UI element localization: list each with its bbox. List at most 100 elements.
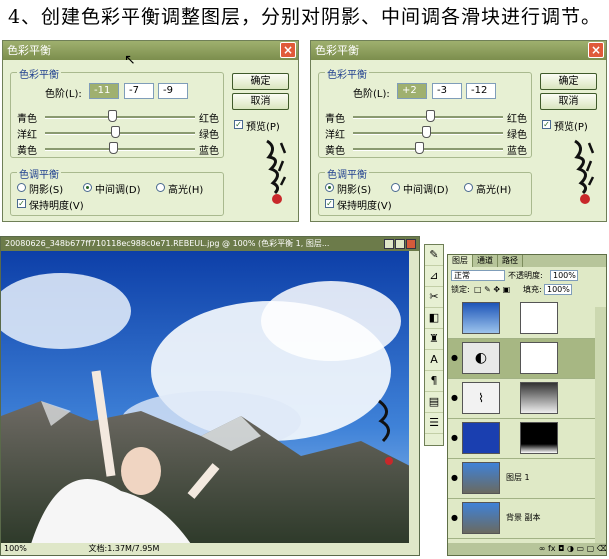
levels-label: 色阶(L): <box>353 89 390 100</box>
close-icon[interactable]: × <box>280 42 296 58</box>
paragraph-icon[interactable]: ¶ <box>425 371 443 392</box>
layers-bottom-bar: ∞ fx ◘ ◑ ▭ ▢ ⌫ <box>448 543 606 555</box>
new-layer-icon[interactable]: ▢ <box>587 544 595 553</box>
layer-mask-thumbnail <box>520 342 558 374</box>
window-controls <box>383 238 417 250</box>
tone-balance-group: 色调平衡 阴影(S) 中间调(D) 高光(H) ✓ 保持明度(V) <box>318 166 532 216</box>
mask-icon[interactable]: ◘ <box>558 544 564 553</box>
preview-checkbox[interactable]: ✓ <box>542 120 551 129</box>
radio-shadows[interactable] <box>17 183 26 192</box>
ok-button[interactable]: 确定 <box>232 73 289 90</box>
slider-cyan-red[interactable] <box>353 110 503 122</box>
radio-shadows[interactable] <box>325 183 334 192</box>
minimize-icon[interactable] <box>384 239 394 249</box>
radio-highlights[interactable] <box>156 183 165 192</box>
lock-icons[interactable]: □ ✎ ✥ ▣ <box>474 283 510 296</box>
layer-row[interactable] <box>448 299 596 339</box>
layer-row[interactable]: ● ⌇ <box>448 379 596 419</box>
layer-name: 背景 副本 <box>506 513 541 522</box>
layer-row[interactable]: ● 背景 副本 <box>448 499 596 539</box>
blend-mode-select[interactable]: 正常 <box>451 270 505 281</box>
tab-channels[interactable]: 通道 <box>473 255 498 267</box>
lock-label: 锁定: <box>451 285 470 294</box>
slider-thumb[interactable] <box>109 142 119 154</box>
eye-icon[interactable]: ● <box>451 473 458 482</box>
slider-yellow-blue[interactable] <box>45 142 195 154</box>
radio-midtones[interactable] <box>391 183 400 192</box>
slider-thumb[interactable] <box>415 142 424 154</box>
cancel-button[interactable]: 取消 <box>232 93 289 110</box>
lock-row: 锁定: □ ✎ ✥ ▣ 填充: 100% <box>448 283 606 296</box>
red-label: 红色 <box>507 114 527 125</box>
color-balance-group: 色彩平衡 色阶(L): -11 -7 -9 青色 红色 洋红 绿色 黄色 蓝色 <box>10 66 224 158</box>
document-size: 文档:1.37M/7.95M <box>88 544 160 553</box>
text-icon[interactable]: A <box>425 350 443 371</box>
slider-yellow-blue[interactable] <box>353 142 503 154</box>
link-icon[interactable]: ∞ <box>539 544 546 553</box>
color-balance-dialog-left: 色彩平衡 × 色彩平衡 色阶(L): -11 -7 -9 青色 红色 洋红 绿色… <box>2 40 299 222</box>
level-field-magenta-green[interactable]: -3 <box>432 83 462 99</box>
group-label: 色彩平衡 <box>17 66 61 81</box>
layer-row[interactable]: ● <box>448 419 596 459</box>
opacity-field[interactable]: 100% <box>550 270 578 281</box>
calligraphy-signature-image <box>574 139 595 204</box>
slider-magenta-green[interactable] <box>353 126 503 138</box>
eye-icon[interactable]: ● <box>451 513 458 522</box>
level-field-cyan-red[interactable]: +2 <box>397 83 427 99</box>
eye-icon[interactable]: ● <box>451 433 458 442</box>
layer-row[interactable]: ● 图层 1 <box>448 459 596 499</box>
maximize-icon[interactable] <box>395 239 405 249</box>
adjustment-icon[interactable]: ◑ <box>567 544 574 553</box>
vertical-scrollbar[interactable] <box>409 251 419 544</box>
notes-icon[interactable]: ▤ <box>425 392 443 413</box>
transform-icon[interactable]: ✂ <box>425 287 443 308</box>
eye-icon[interactable]: ● <box>451 393 458 402</box>
tab-paths[interactable]: 路径 <box>498 255 523 267</box>
brush-icon[interactable]: ✎ <box>425 245 443 266</box>
slider-thumb[interactable] <box>425 110 435 122</box>
radio-highlights[interactable] <box>464 183 473 192</box>
slider-magenta-green[interactable] <box>45 126 195 138</box>
layer-name: 图层 1 <box>506 473 530 482</box>
level-field-yellow-blue[interactable]: -9 <box>158 83 188 99</box>
slider-thumb[interactable] <box>421 126 431 138</box>
slider-thumb[interactable] <box>110 126 120 138</box>
layer-mask-thumbnail <box>520 422 558 454</box>
levels-label: 色阶(L): <box>45 89 82 100</box>
fx-icon[interactable]: fx <box>548 544 556 553</box>
radio-midtones[interactable] <box>83 183 92 192</box>
tab-layers[interactable]: 图层 <box>448 255 473 267</box>
status-bar: 100% 文档:1.37M/7.95M <box>1 543 419 555</box>
stamp-icon[interactable]: ♜ <box>425 329 443 350</box>
cancel-button[interactable]: 取消 <box>540 93 597 110</box>
green-label: 绿色 <box>507 130 527 141</box>
layers-scrollbar[interactable] <box>595 307 606 545</box>
fill-field[interactable]: 100% <box>544 284 572 295</box>
slider-cyan-red[interactable] <box>45 110 195 122</box>
trash-icon[interactable]: ⌫ <box>597 544 606 553</box>
preview-label: 预览(P) <box>554 122 588 133</box>
document-title: 20080626_348b677ff710118ec988c0e71.REBEU… <box>5 239 330 248</box>
preview-label: 预览(P) <box>246 122 280 133</box>
close-icon[interactable] <box>406 239 416 249</box>
adjustment-layer-icon: ◐ <box>462 342 500 374</box>
close-icon[interactable]: × <box>588 42 604 58</box>
preserve-luminosity-checkbox[interactable]: ✓ <box>17 199 26 208</box>
level-field-yellow-blue[interactable]: -12 <box>466 83 496 99</box>
hand-icon[interactable]: ☰ <box>425 413 443 434</box>
folder-icon[interactable]: ▭ <box>576 544 584 553</box>
eye-icon[interactable]: ● <box>451 353 458 362</box>
layer-row-selected[interactable]: ● ◐ <box>448 339 596 379</box>
ok-button[interactable]: 确定 <box>540 73 597 90</box>
photo-canvas[interactable] <box>1 251 410 544</box>
eyedropper-icon[interactable]: ⊿ <box>425 266 443 287</box>
preserve-luminosity-checkbox[interactable]: ✓ <box>325 199 334 208</box>
slider-thumb[interactable] <box>107 110 117 122</box>
level-field-magenta-green[interactable]: -7 <box>124 83 154 99</box>
midtones-label: 中间调(D) <box>95 185 141 196</box>
adjust-icon[interactable]: ◧ <box>425 308 443 329</box>
level-field-cyan-red[interactable]: -11 <box>89 83 119 99</box>
preview-checkbox[interactable]: ✓ <box>234 120 243 129</box>
layer-thumbnail <box>462 462 500 494</box>
zoom-readout[interactable]: 100% <box>1 543 44 555</box>
